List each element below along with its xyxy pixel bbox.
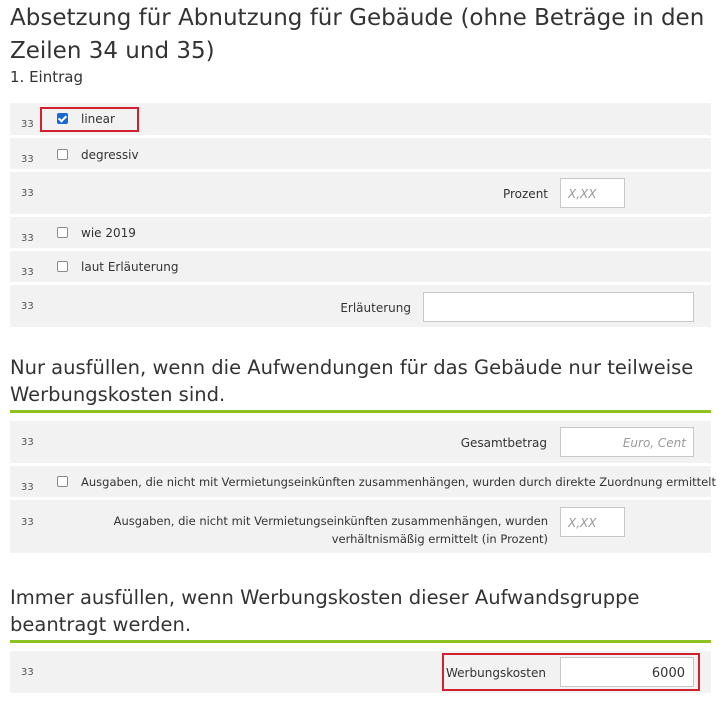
degressiv-label: degressiv xyxy=(81,148,139,162)
prozent-placeholder: X,XX xyxy=(568,187,597,201)
wie-2019-checkbox[interactable] xyxy=(57,227,68,238)
row-number: 33 xyxy=(21,154,34,165)
entry-subtitle: 1. Eintrag xyxy=(10,68,83,86)
wie-2019-label: wie 2019 xyxy=(81,226,136,240)
row-number: 33 xyxy=(21,517,34,528)
laut-erlaeuterung-label: laut Erläuterung xyxy=(81,260,179,274)
row-number: 33 xyxy=(21,267,34,278)
highlight-werbungskosten xyxy=(442,653,700,691)
row-number: 33 xyxy=(21,233,34,244)
direkte-zuordnung-checkbox[interactable] xyxy=(57,476,68,487)
row-wie-2019: 33 wie 2019 xyxy=(10,217,711,248)
gesamtbetrag-placeholder: Euro, Cent xyxy=(622,436,686,450)
degressiv-checkbox[interactable] xyxy=(57,149,68,160)
row-number: 33 xyxy=(21,301,34,312)
section-title-afa: Absetzung für Abnutzung für Gebäude (ohn… xyxy=(10,5,705,64)
row-number: 33 xyxy=(21,667,34,678)
highlight-linear xyxy=(40,107,139,132)
prozent-label: Prozent xyxy=(502,187,548,201)
row-direkte-zuordnung: 33 Ausgaben, die nicht mit Vermietungsei… xyxy=(10,466,716,497)
direkte-zuordnung-label: Ausgaben, die nicht mit Vermietungseinkü… xyxy=(81,475,716,489)
section-divider xyxy=(10,410,711,413)
section-divider xyxy=(10,640,711,643)
verhaeltnismaessig-label-line2: verhältnismäßig ermittelt (in Prozent) xyxy=(331,532,548,546)
verhaeltnismaessig-input[interactable]: X,XX xyxy=(560,507,625,537)
row-number: 33 xyxy=(21,437,34,448)
row-number: 33 xyxy=(21,119,34,130)
laut-erlaeuterung-checkbox[interactable] xyxy=(57,261,68,272)
row-erlaeuterung: 33 Erläuterung xyxy=(10,285,711,327)
gesamtbetrag-input[interactable]: Euro, Cent xyxy=(560,427,694,457)
erlaeuterung-input[interactable] xyxy=(423,292,694,322)
afa-rows: 33 linear 33 degressiv 33 Prozent X,XX 3… xyxy=(10,103,711,330)
verhaeltnismaessig-placeholder: X,XX xyxy=(568,516,597,530)
row-gesamtbetrag: 33 Gesamtbetrag Euro, Cent xyxy=(10,421,711,463)
erlaeuterung-label: Erläuterung xyxy=(340,301,411,315)
teilweise-rows: 33 Gesamtbetrag Euro, Cent 33 Ausgaben, … xyxy=(10,421,716,556)
verhaeltnismaessig-label-line1: Ausgaben, die nicht mit Vermietungseinkü… xyxy=(113,514,548,528)
section-title-teilweise: Nur ausfüllen, wenn die Aufwendungen für… xyxy=(10,356,694,406)
row-verhaeltnismaessig: 33 Ausgaben, die nicht mit Vermietungsei… xyxy=(10,500,711,553)
row-number: 33 xyxy=(21,482,34,493)
row-number: 33 xyxy=(21,188,34,199)
row-degressiv: 33 degressiv xyxy=(10,138,711,169)
prozent-input[interactable]: X,XX xyxy=(560,178,625,208)
section-title-immer: Immer ausfüllen, wenn Werbungskosten die… xyxy=(10,586,640,636)
row-laut-erlaeuterung: 33 laut Erläuterung xyxy=(10,251,711,282)
gesamtbetrag-label: Gesamtbetrag xyxy=(460,436,547,450)
verhaeltnismaessig-label: Ausgaben, die nicht mit Vermietungseinkü… xyxy=(114,512,548,548)
row-prozent: 33 Prozent X,XX xyxy=(10,172,711,214)
